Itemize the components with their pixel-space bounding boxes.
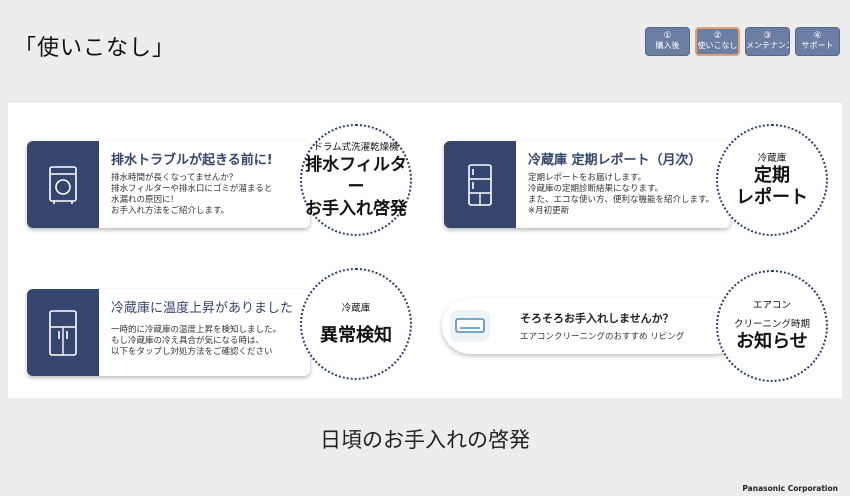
step-label: 購入後 [655,41,680,50]
circle-headline: 異常検知 [320,324,392,346]
fridge-report-card[interactable]: 冷蔵庫 定期レポート（月次） 定期レポートをお届けします。 冷蔵庫の定期診断結果… [444,141,730,228]
fridge-report-circle: 冷蔵庫 定期 レポート [716,124,828,236]
fridge-alert-card[interactable]: 冷蔵庫に温度上昇がありました 一時的に冷蔵庫の温度上昇を検知しました。 もし冷蔵… [27,289,310,376]
notice-location: リビング [650,332,685,342]
circle-category: ドラム式洗濯乾燥機 [313,141,399,153]
card-body: 定期レポートをお届けします。 冷蔵庫の定期診断結果になります。 また、エコな使い… [528,173,714,217]
card-heading: 冷蔵庫 定期レポート（月次） [528,153,702,168]
step-usage-button[interactable]: ② 使いこなし [695,27,740,56]
circle-category: 冷蔵庫 [341,302,371,314]
card-line: 一時的に冷蔵庫の温度上昇を検知しました。 [111,325,282,335]
aircon-cleaning-notice[interactable]: そろそろお手入れしませんか？ エアコンクリーニングのおすすめ リビング [442,298,742,354]
step-navigation: ① 購入後 ② 使いこなし ③ メンテナンス ④ サポート [645,27,840,56]
step-number: ① [663,31,672,41]
refrigerator-icon [49,309,77,356]
step-label: サポート [801,41,834,50]
card-heading: 冷蔵庫に温度上昇がありました [111,301,294,316]
circle-category: 冷蔵庫 [757,152,787,164]
circle-category: クリーニング時期 [733,319,810,330]
card-line: 排水時間が長くなってませんか？ [111,173,238,183]
card-line: 冷蔵庫の定期診断結果になります。 [528,184,664,194]
card-heading: 排水トラブルが起きる前に! [111,153,273,168]
circle-headline: お手入れ啓発 [305,198,407,219]
card-line: お手入れ方法をご紹介します。 [111,206,230,216]
notice-subtitle: エアコンクリーニングのおすすめ リビング [520,330,684,342]
circle-category: エアコン [752,300,791,311]
washing-machine-icon [49,165,77,204]
card-line: 定期レポートをお届けします。 [528,173,647,183]
step-label: 使いこなし [697,41,738,50]
circle-headline: お知らせ [736,331,808,352]
page-title: 「使いこなし」 [14,36,176,61]
circle-headline: 定期 [754,164,790,186]
fridge-alert-circle: 冷蔵庫 異常検知 [300,268,412,380]
washer-drain-card[interactable]: 排水トラブルが起きる前に! 排水時間が長くなってませんか？ 排水フィルターや排水… [27,141,310,228]
air-conditioner-icon [450,310,490,342]
step-maintenance-button[interactable]: ③ メンテナンス [745,27,790,56]
card-icon-area [27,141,99,228]
notice-description: エアコンクリーニングのおすすめ [520,332,648,342]
washer-feature-circle: ドラム式洗濯乾燥機 排水フィルター お手入れ啓発 [300,124,412,236]
card-icon-area [27,289,99,376]
card-line: もし冷蔵庫の冷え具合が気になる時は、 [111,336,265,346]
step-number: ② [713,31,722,41]
refrigerator-icon [468,163,492,206]
circle-headline: 排水フィルター [305,154,407,197]
card-line: 水漏れの原因に! [111,195,174,205]
card-line: 以下をタップし対処方法をご確認ください [111,347,273,357]
card-icon-area [444,141,516,228]
step-number: ③ [763,31,772,41]
step-label: メンテナンス [746,41,790,50]
step-support-button[interactable]: ④ サポート [795,27,840,56]
page-caption: 日頃のお手入れの啓発 [320,428,530,452]
card-line: 排水フィルターや排水口にゴミが溜まると [111,184,273,194]
card-line: ※月初更新 [528,206,570,216]
notice-title: そろそろお手入れしませんか？ [520,312,674,325]
step-purchase-button[interactable]: ① 購入後 [645,27,690,56]
card-line: また、エコな使い方、便利な機能を紹介します。 [528,195,715,205]
card-body: 排水時間が長くなってませんか？ 排水フィルターや排水口にゴミが溜まると 水漏れの… [111,173,272,217]
step-number: ④ [813,31,822,41]
company-footer: Panasonic Corporation [742,484,838,493]
aircon-feature-circle: エアコン クリーニング時期 お知らせ [716,270,828,382]
circle-headline: レポート [736,186,808,208]
card-body: 一時的に冷蔵庫の温度上昇を検知しました。 もし冷蔵庫の冷え具合が気になる時は、 … [111,325,281,358]
